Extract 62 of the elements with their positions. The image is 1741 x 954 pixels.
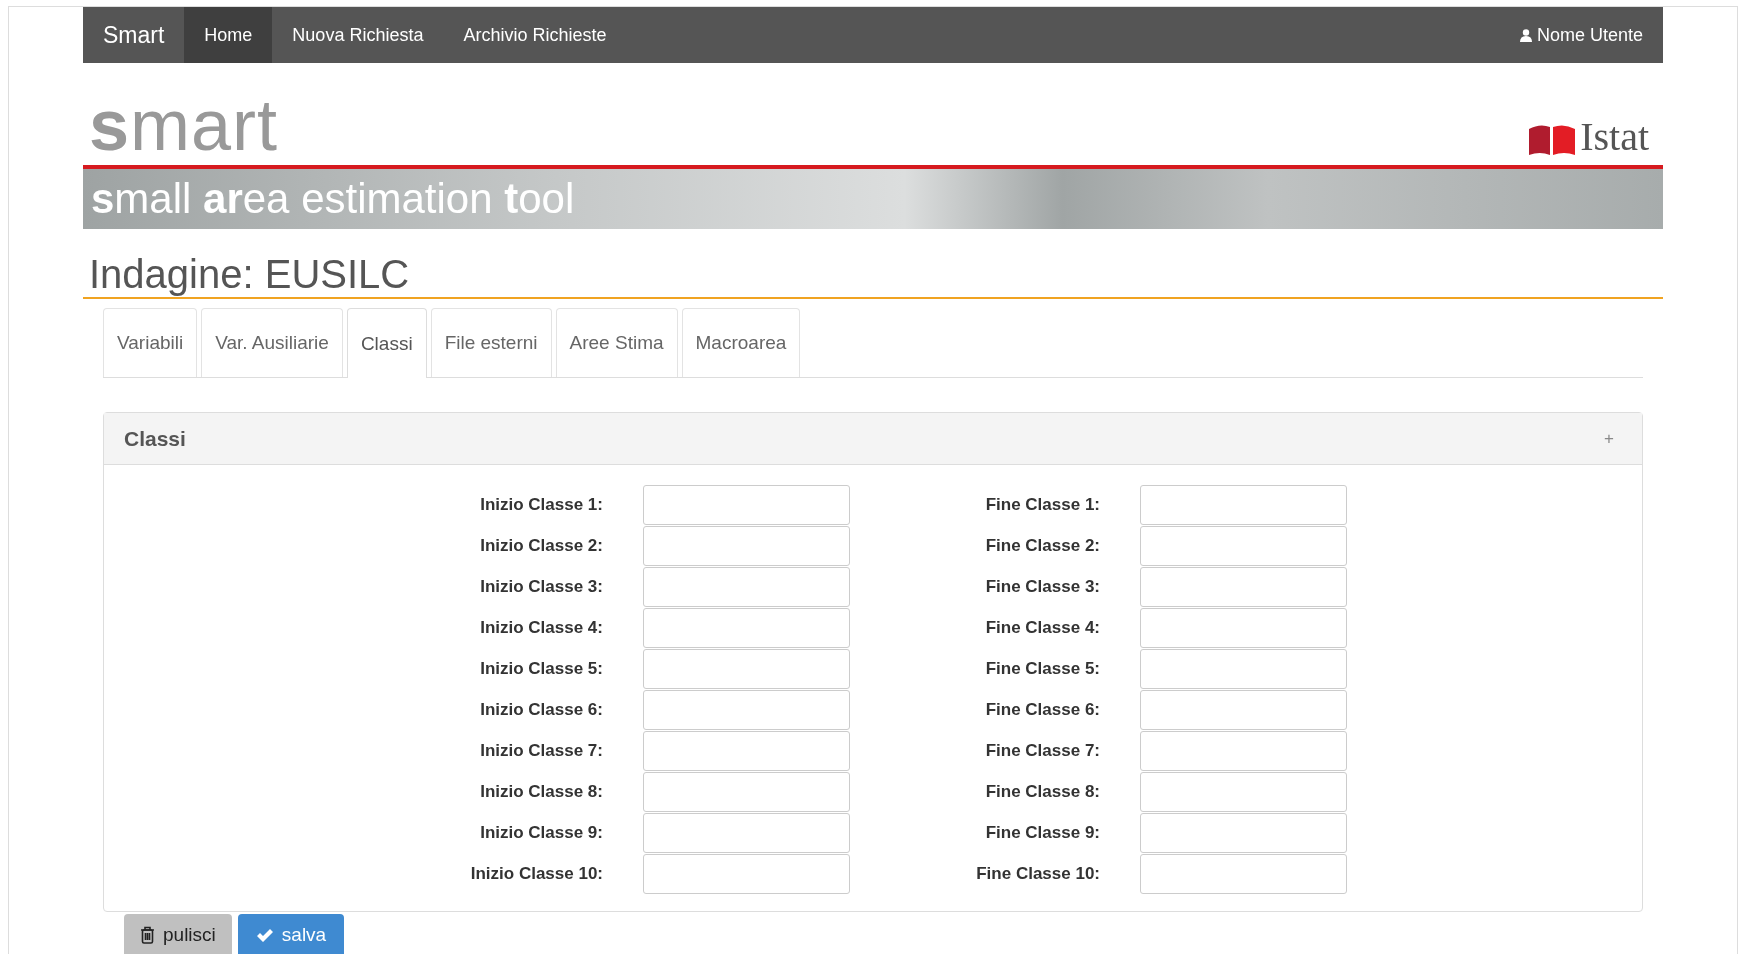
brand-link[interactable]: Smart bbox=[83, 7, 185, 63]
input-field[interactable] bbox=[643, 690, 850, 730]
input-field[interactable] bbox=[643, 813, 850, 853]
checkmark-icon bbox=[255, 927, 274, 943]
input-field[interactable] bbox=[643, 772, 850, 812]
input-field[interactable] bbox=[1140, 567, 1347, 607]
input-field[interactable] bbox=[1140, 731, 1347, 771]
book-icon bbox=[1528, 123, 1577, 157]
trash-icon bbox=[140, 926, 155, 944]
tagline: small area estimation tool bbox=[90, 175, 575, 223]
field-label: Fine Classe 8: bbox=[984, 782, 1100, 802]
nav-link[interactable]: Home bbox=[184, 7, 273, 63]
tab[interactable]: Aree Stima bbox=[555, 308, 678, 377]
field-label: Fine Classe 2: bbox=[984, 536, 1100, 556]
tab[interactable]: Var. Ausiliarie bbox=[201, 308, 343, 377]
tab[interactable]: Classi bbox=[346, 308, 427, 378]
tab[interactable]: Variabili bbox=[103, 308, 198, 377]
field-label: Fine Classe 7: bbox=[984, 741, 1100, 761]
input-field[interactable] bbox=[1140, 854, 1347, 894]
field-label: Fine Classe 5: bbox=[984, 659, 1100, 679]
input-field[interactable] bbox=[643, 567, 850, 607]
nav-link[interactable]: Archivio Richieste bbox=[443, 7, 627, 63]
user-menu-link[interactable]: Nome Utente bbox=[1536, 24, 1643, 46]
nav-link[interactable]: Nuova Richiesta bbox=[272, 7, 444, 63]
input-field[interactable] bbox=[643, 526, 850, 566]
user-icon bbox=[1519, 28, 1532, 42]
field-label: Fine Classe 10: bbox=[975, 864, 1100, 884]
input-field[interactable] bbox=[1140, 485, 1347, 525]
field-label: Fine Classe 4: bbox=[984, 618, 1100, 638]
field-label: Inizio Classe 9: bbox=[479, 823, 603, 843]
input-field[interactable] bbox=[643, 485, 850, 525]
tab[interactable]: Macroarea bbox=[681, 308, 801, 377]
page-title: Indagine: EUSILC bbox=[83, 229, 1663, 299]
input-field[interactable] bbox=[1140, 608, 1347, 648]
field-label: Fine Classe 1: bbox=[984, 495, 1100, 515]
field-label: Fine Classe 6: bbox=[984, 700, 1100, 720]
field-label: Inizio Classe 1: bbox=[479, 495, 603, 515]
field-label: Inizio Classe 10: bbox=[469, 864, 603, 884]
clear-button[interactable]: pulisci bbox=[124, 914, 232, 954]
input-field[interactable] bbox=[643, 608, 850, 648]
field-label: Fine Classe 9: bbox=[984, 823, 1100, 843]
field-label: Inizio Classe 6: bbox=[479, 700, 603, 720]
input-field[interactable] bbox=[1140, 649, 1347, 689]
field-label: Inizio Classe 2: bbox=[479, 536, 603, 556]
organization-logo: Istat bbox=[1580, 117, 1649, 157]
input-field[interactable] bbox=[643, 731, 850, 771]
input-field[interactable] bbox=[1140, 772, 1347, 812]
panel-title: Classi bbox=[124, 426, 186, 451]
field-label: Inizio Classe 8: bbox=[479, 782, 603, 802]
input-field[interactable] bbox=[1140, 813, 1347, 853]
tab[interactable]: File esterni bbox=[430, 308, 552, 377]
field-label: Inizio Classe 4: bbox=[479, 618, 603, 638]
save-button[interactable]: salva bbox=[237, 914, 345, 954]
field-label: Inizio Classe 7: bbox=[479, 741, 603, 761]
app-logo: smart bbox=[88, 89, 279, 161]
field-label: Inizio Classe 5: bbox=[479, 659, 603, 679]
field-label: Fine Classe 3: bbox=[984, 577, 1100, 597]
input-field[interactable] bbox=[643, 649, 850, 689]
field-label: Inizio Classe 3: bbox=[479, 577, 603, 597]
input-field[interactable] bbox=[1140, 526, 1347, 566]
input-field[interactable] bbox=[1140, 690, 1347, 730]
input-field[interactable] bbox=[643, 854, 850, 894]
